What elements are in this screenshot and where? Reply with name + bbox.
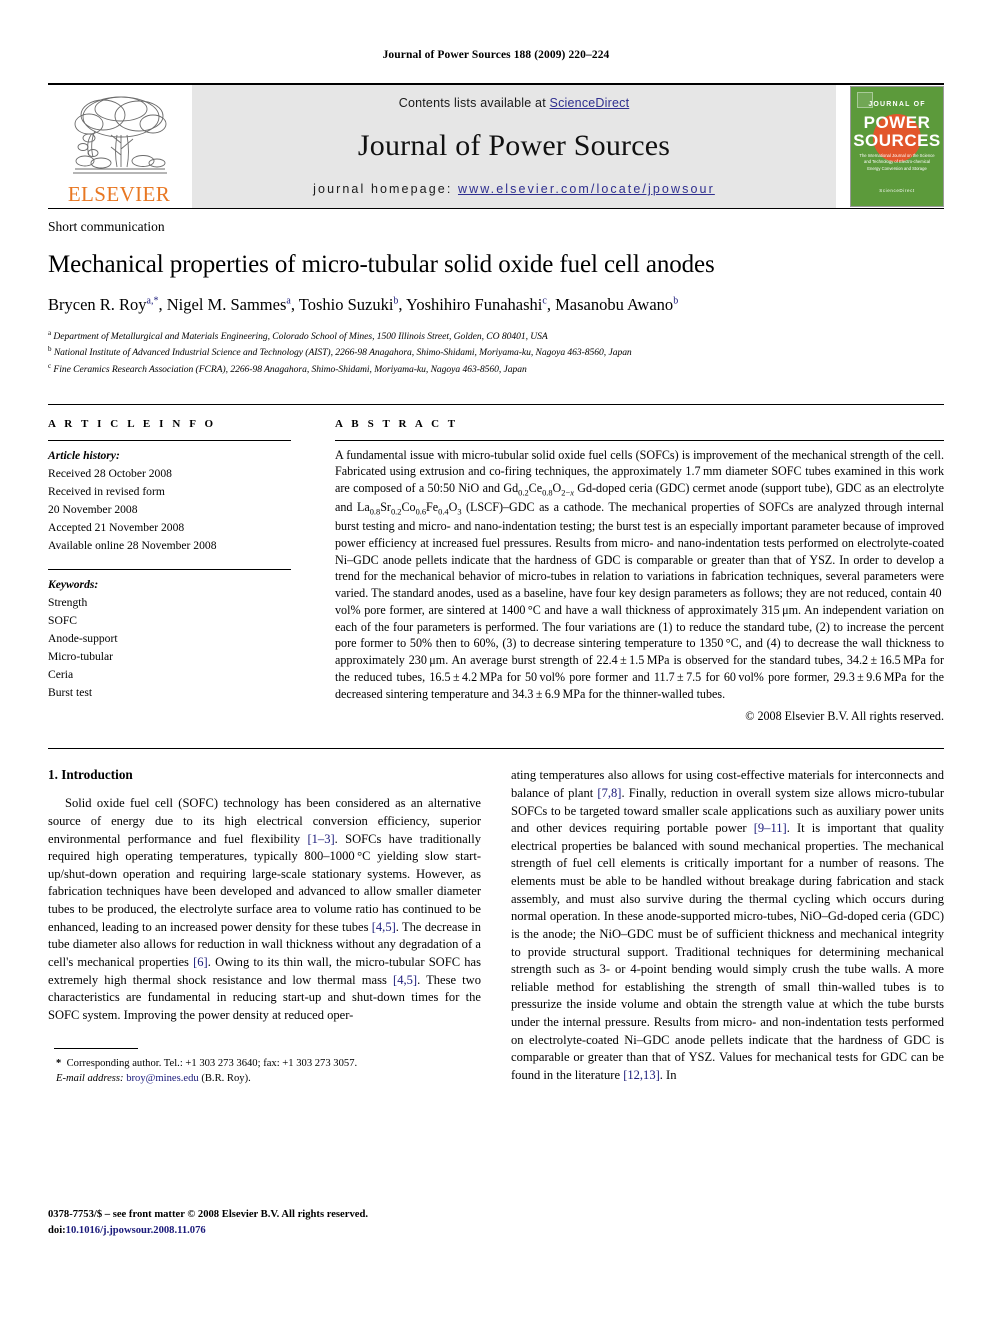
affiliation-b: b National Institute of Advanced Industr… xyxy=(48,344,944,360)
body-two-column: 1. Introduction Solid oxide fuel cell (S… xyxy=(48,767,944,1086)
abstract-rule xyxy=(335,439,944,441)
keywords-rule xyxy=(48,569,291,571)
affiliation-text-c: Fine Ceramics Research Association (FCRA… xyxy=(53,363,527,375)
affiliation-a: a Department of Metallurgical and Materi… xyxy=(48,328,944,344)
keyword-item: Ceria xyxy=(48,668,74,682)
doi-line: doi:10.1016/j.jpowsour.2008.11.076 xyxy=(48,1224,206,1236)
issn-line: 0378-7753/$ – see front matter © 2008 El… xyxy=(48,1209,368,1220)
info-abstract-region: A R T I C L E I N F O Article history: R… xyxy=(48,403,944,725)
elsevier-tree-icon xyxy=(73,96,167,174)
homepage-label: journal homepage: xyxy=(313,182,453,196)
keywords-title: Keywords: xyxy=(48,578,99,592)
cover-sciencedirect-label: ScienceDirect xyxy=(879,188,915,194)
history-line: Received in revised form xyxy=(48,484,165,498)
cover-line-1: JOURNAL OF xyxy=(868,101,926,108)
corresponding-author-note: * Corresponding author. Tel.: +1 303 273… xyxy=(56,1058,358,1070)
article-info-rule xyxy=(48,439,291,441)
journal-masthead: ELSEVIER Contents lists available at Sci… xyxy=(48,83,944,208)
email-note: E-mail address: broy@mines.edu (B.R. Roy… xyxy=(56,1073,251,1085)
journal-cover-thumbnail: JOURNAL OF POWER SOURCES The Internation… xyxy=(850,85,944,208)
issn-footer: 0378-7753/$ – see front matter © 2008 El… xyxy=(48,1207,478,1239)
keyword-item: Burst test xyxy=(48,686,93,700)
affiliation-mark-c: c xyxy=(48,361,52,370)
body-column-left: 1. Introduction Solid oxide fuel cell (S… xyxy=(48,767,481,1086)
cover-line-2: POWER xyxy=(863,113,931,132)
affiliation-text-b: National Institute of Advanced Industria… xyxy=(53,347,632,359)
page-title: Mechanical properties of micro-tubular s… xyxy=(48,251,715,278)
article-info-column: A R T I C L E I N F O Article history: R… xyxy=(48,418,291,725)
keyword-item: Anode-support xyxy=(48,632,118,646)
article-type: Short communication xyxy=(48,219,165,234)
author-list: Brycen R. Roya,*, Nigel M. Sammesa, Tosh… xyxy=(48,294,679,314)
contents-line: Contents lists available at ScienceDirec… xyxy=(399,96,630,110)
journal-homepage-link[interactable]: www.elsevier.com/locate/jpowsour xyxy=(458,182,715,196)
abstract-copyright: © 2008 Elsevier B.V. All rights reserved… xyxy=(745,709,944,724)
keyword-item: Strength xyxy=(48,596,88,610)
affiliation-mark-a: a xyxy=(48,329,52,338)
affiliation-c: c Fine Ceramics Research Association (FC… xyxy=(48,361,944,377)
history-line: 20 November 2008 xyxy=(48,502,138,516)
keywords-group: Keywords: Strength SOFC Anode-support Mi… xyxy=(48,576,291,702)
history-line: Accepted 21 November 2008 xyxy=(48,520,185,534)
cover-tagline: The International Journal on the Science… xyxy=(859,153,935,171)
cover-line-3: SOURCES xyxy=(853,131,941,150)
affiliation-list: a Department of Metallurgical and Materi… xyxy=(48,328,944,376)
footnote-rule xyxy=(54,1048,138,1050)
keyword-item: Micro-tubular xyxy=(48,650,114,664)
body-top-rule xyxy=(48,748,944,750)
section-heading-introduction: 1. Introduction xyxy=(48,767,133,783)
article-history-title: Article history: xyxy=(48,448,120,462)
history-line: Received 28 October 2008 xyxy=(48,466,172,480)
affiliation-text-a: Department of Metallurgical and Material… xyxy=(53,331,548,343)
elsevier-logo: ELSEVIER xyxy=(48,85,190,208)
article-history-group: Article history: Received 28 October 200… xyxy=(48,447,291,555)
intro-paragraph-left: Solid oxide fuel cell (SOFC) technology … xyxy=(48,796,482,1022)
elsevier-wordmark: ELSEVIER xyxy=(67,182,171,206)
cover-art: JOURNAL OF POWER SOURCES The Internation… xyxy=(850,86,944,207)
affiliation-mark-b: b xyxy=(48,345,52,354)
sciencedirect-link[interactable]: ScienceDirect xyxy=(550,96,630,110)
journal-title: Journal of Power Sources xyxy=(357,129,671,162)
abstract-heading: A B S T R A C T xyxy=(335,417,459,430)
keyword-item: SOFC xyxy=(48,614,78,628)
abstract-column: A B S T R A C T A fundamental issue with… xyxy=(335,418,944,725)
journal-band: Contents lists available at ScienceDirec… xyxy=(192,85,836,208)
article-info-heading: A R T I C L E I N F O xyxy=(48,417,217,430)
body-column-right: ating temperatures also allows for using… xyxy=(511,767,944,1086)
history-line: Available online 28 November 2008 xyxy=(48,538,217,552)
running-head: Journal of Power Sources 188 (2009) 220–… xyxy=(382,49,610,61)
journal-homepage-line: journal homepage: www.elsevier.com/locat… xyxy=(313,182,715,196)
contents-prefix: Contents lists available at xyxy=(398,96,550,110)
abstract-text: A fundamental issue with micro-tubular s… xyxy=(335,447,944,701)
intro-paragraph-right: ating temperatures also allows for using… xyxy=(511,768,944,1082)
paper-page: Journal of Power Sources 188 (2009) 220–… xyxy=(0,0,992,1323)
